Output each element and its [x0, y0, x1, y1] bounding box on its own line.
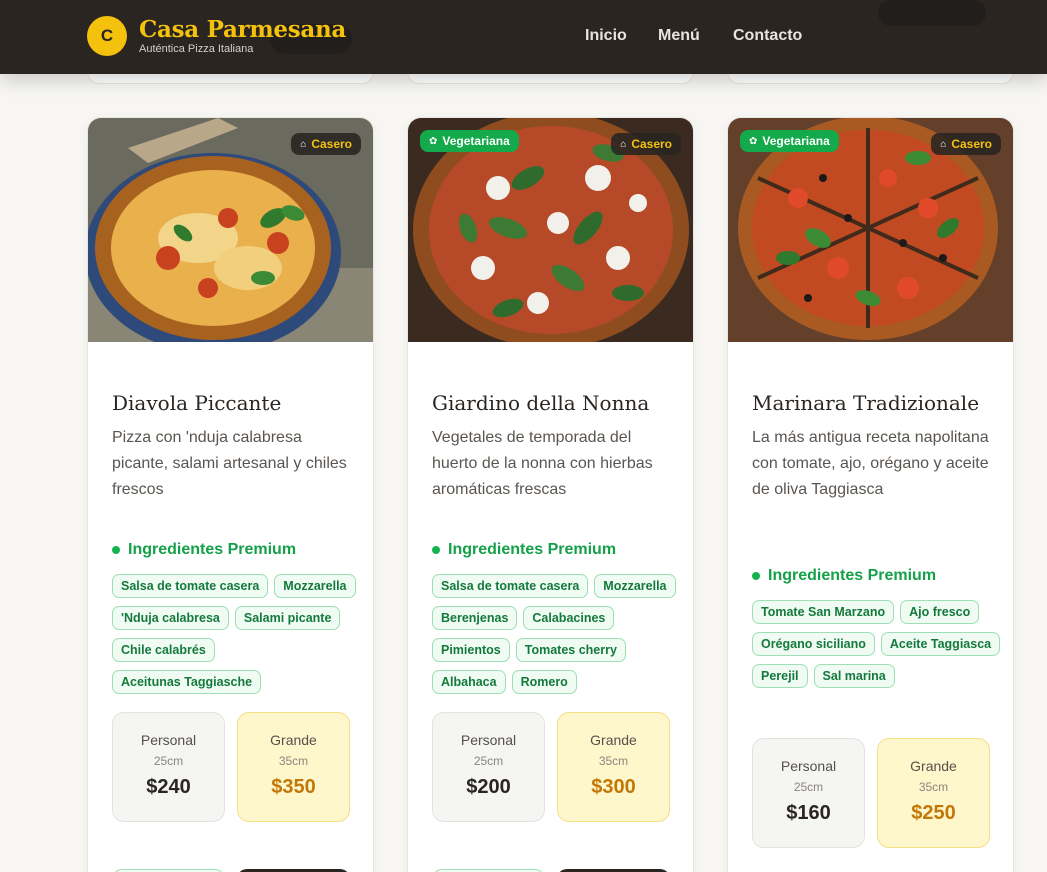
ingredient-chip: Mozzarella	[274, 574, 356, 598]
size-cm: 25cm	[473, 754, 504, 768]
size-label: Personal	[140, 732, 197, 748]
size-cm: 35cm	[278, 754, 309, 768]
ingredient-chip: Mozzarella	[594, 574, 676, 598]
ingredients-heading: Ingredientes Premium	[432, 541, 616, 559]
casero-label: Casero	[951, 137, 992, 151]
nav-menu[interactable]: Menú	[658, 27, 700, 45]
price-personal[interactable]: Personal 25cm $160	[752, 738, 865, 848]
price-value: $160	[786, 802, 831, 824]
price-value: $300	[591, 776, 636, 798]
size-label: Personal	[460, 732, 517, 748]
ingredient-chip: 'Nduja calabresa	[112, 606, 229, 630]
nav-contacto[interactable]: Contacto	[733, 27, 802, 45]
ingredients-heading: Ingredientes Premium	[752, 567, 936, 585]
size-label: Grande	[270, 732, 317, 748]
size-label: Grande	[910, 758, 957, 774]
ingredients-heading-label: Ingredientes Premium	[768, 567, 937, 584]
ingredient-chip: Tomates cherry	[515, 638, 626, 662]
ingredient-chip: Berenjenas	[432, 606, 518, 630]
price-personal[interactable]: Personal 25cm $240	[112, 712, 225, 822]
ingredient-chip: Salsa de tomate casera	[112, 574, 269, 598]
leaf-icon: ✿	[429, 135, 438, 147]
ingredient-chip: Calabacines	[523, 606, 615, 630]
ingredient-chip: Ajo fresco	[900, 600, 980, 624]
ingredients-heading: Ingredientes Premium	[112, 541, 296, 559]
ingredient-chip: Pimientos	[432, 638, 510, 662]
price-value: $250	[911, 802, 956, 824]
nav-inicio[interactable]: Inicio	[585, 27, 627, 45]
price-personal[interactable]: Personal 25cm $200	[432, 712, 545, 822]
size-cm: 35cm	[598, 754, 629, 768]
pizza-description: La más antigua receta napolitana con tom…	[752, 429, 989, 498]
pizza-description: Vegetales de temporada del huerto de la …	[432, 429, 653, 498]
casero-badge: ⌂ Casero	[291, 133, 361, 155]
house-icon: ⌂	[620, 138, 627, 150]
size-label: Personal	[780, 758, 837, 774]
casero-badge: ⌂ Casero	[611, 133, 681, 155]
pizza-title: Diavola Piccante	[112, 391, 282, 415]
dot-icon	[112, 546, 120, 554]
price-grande[interactable]: Grande 35cm $300	[557, 712, 670, 822]
logo-icon[interactable]: C	[87, 16, 127, 56]
casero-label: Casero	[631, 137, 672, 151]
ingredients-heading-label: Ingredientes Premium	[448, 541, 617, 558]
ingredient-chip: Aceite Taggiasca	[880, 632, 1001, 656]
ingredient-chip: Perejil	[752, 664, 808, 688]
ingredient-chip: Aceitunas Taggiasche	[112, 670, 262, 694]
price-value: $240	[146, 776, 191, 798]
pizza-card[interactable]: ⌂ Casero Diavola Piccante Pizza con 'ndu…	[87, 117, 374, 872]
ingredient-chip: Chile calabrés	[112, 638, 215, 662]
ingredient-chip: Albahaca	[432, 670, 506, 694]
ingredient-chip: Orégano siciliano	[752, 632, 875, 656]
dot-icon	[752, 572, 760, 580]
size-cm: 25cm	[793, 780, 824, 794]
size-cm: 25cm	[153, 754, 184, 768]
house-icon: ⌂	[300, 138, 307, 150]
pizza-card[interactable]: ✿ Vegetariana ⌂ Casero Giardino della No…	[407, 117, 694, 872]
leaf-icon: ✿	[749, 135, 758, 147]
vegetariana-label: Vegetariana	[442, 134, 510, 148]
site-header: C Casa Parmesana Auténtica Pizza Italian…	[0, 0, 1047, 74]
vegetariana-badge: ✿ Vegetariana	[420, 130, 519, 152]
ingredients-heading-label: Ingredientes Premium	[128, 541, 297, 558]
pizza-card[interactable]: ✿ Vegetariana ⌂ Casero Marinara Tradizio…	[727, 117, 1014, 872]
price-grande[interactable]: Grande 35cm $250	[877, 738, 990, 848]
vegetariana-label: Vegetariana	[762, 134, 830, 148]
ingredients-list: Tomate San Marzano Ajo fresco Orégano si…	[752, 600, 1002, 688]
brand-name[interactable]: Casa Parmesana	[139, 16, 346, 43]
price-value: $350	[271, 776, 316, 798]
house-icon: ⌂	[940, 138, 947, 150]
ingredient-chip: Romero	[511, 670, 577, 694]
vegetariana-badge: ✿ Vegetariana	[740, 130, 839, 152]
header-cta-button[interactable]	[878, 0, 986, 26]
casero-badge: ⌂ Casero	[931, 133, 1001, 155]
price-grande[interactable]: Grande 35cm $350	[237, 712, 350, 822]
ingredient-chip: Tomate San Marzano	[752, 600, 895, 624]
brand-tagline: Auténtica Pizza Italiana	[139, 43, 254, 55]
pizza-title: Marinara Tradizionale	[752, 391, 980, 415]
ingredient-chip: Salsa de tomate casera	[432, 574, 589, 598]
ingredients-list: Salsa de tomate casera Mozzarella Berenj…	[432, 574, 682, 694]
size-cm: 35cm	[918, 780, 949, 794]
price-value: $200	[466, 776, 511, 798]
size-label: Grande	[590, 732, 637, 748]
casero-label: Casero	[311, 137, 352, 151]
ingredient-chip: Sal marina	[813, 664, 895, 688]
pizza-description: Pizza con 'nduja calabresa picante, sala…	[112, 429, 347, 498]
ingredient-chip: Salami picante	[234, 606, 341, 630]
pizza-title: Giardino della Nonna	[432, 391, 650, 415]
dot-icon	[432, 546, 440, 554]
ingredients-list: Salsa de tomate casera Mozzarella 'Nduja…	[112, 574, 362, 694]
